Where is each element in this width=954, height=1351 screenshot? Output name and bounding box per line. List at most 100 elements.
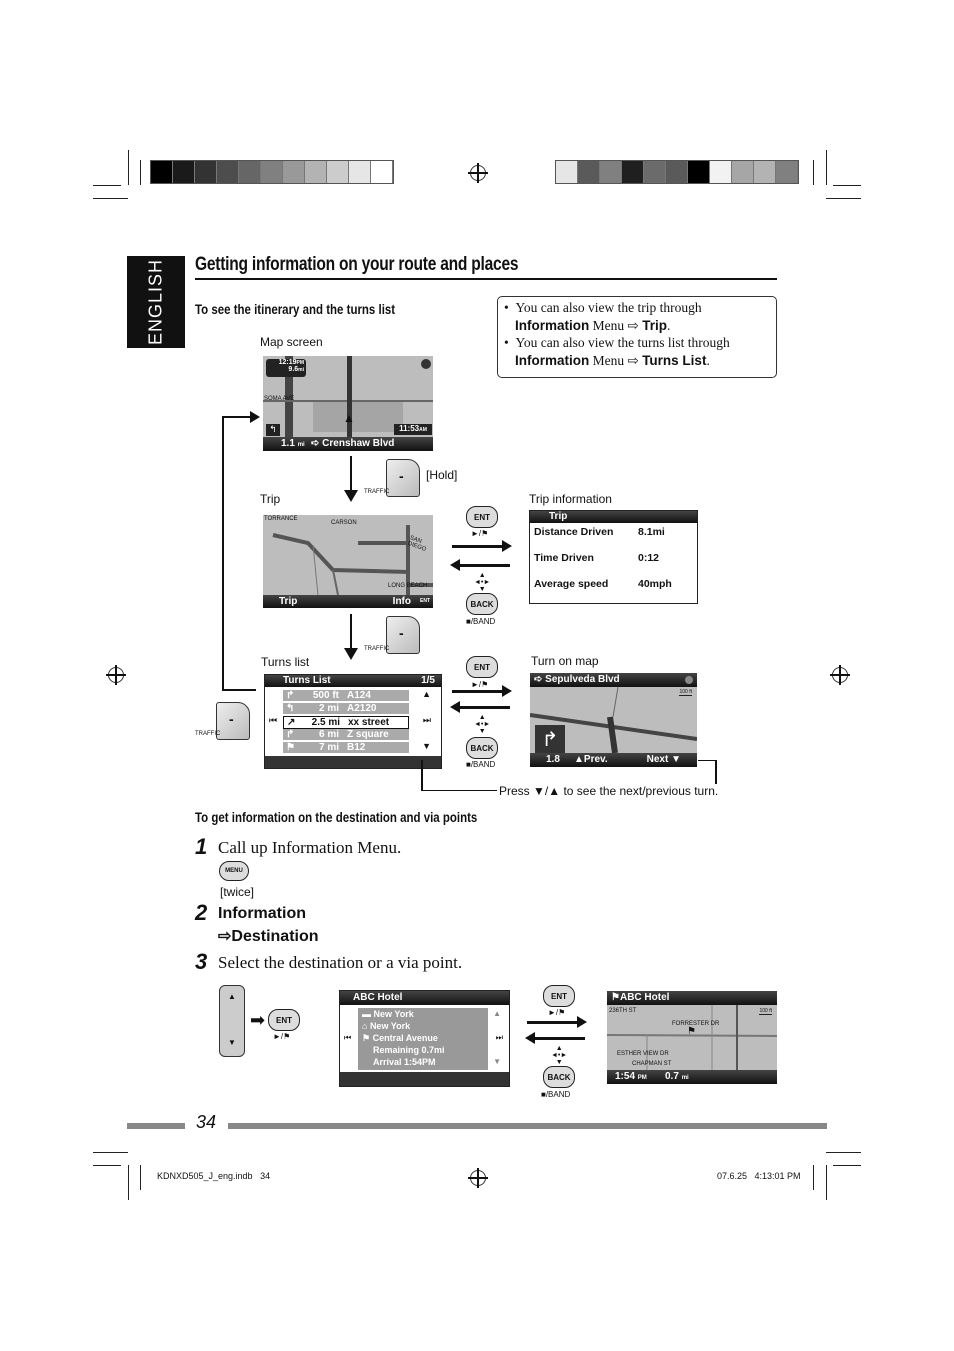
crop-mark <box>128 150 129 185</box>
print-timestamp: 07.6.25 4:13:01 PM <box>717 1171 801 1181</box>
turn-road: xx street <box>348 717 390 728</box>
traffic-key[interactable] <box>386 616 420 654</box>
calibration-swatch <box>239 161 261 183</box>
calibration-swatch <box>600 161 622 183</box>
footer-rule <box>228 1123 827 1129</box>
page-number: 34 <box>196 1112 217 1132</box>
turn-distance: 2 mi <box>318 703 339 714</box>
skip-forward-icon[interactable]: ⏭ <box>423 715 431 726</box>
flow-arrow-right <box>527 1016 587 1028</box>
registration-mark <box>106 665 126 685</box>
turn-street: Sepulveda Blvd <box>545 674 620 685</box>
skip-forward-icon[interactable]: ⏭ <box>496 1033 503 1043</box>
direction-pad-icon: ▲ ◄•► ▼ <box>551 1045 568 1066</box>
section-title: Getting information on your route and pl… <box>195 254 519 275</box>
trip-info-header: Trip <box>530 511 697 523</box>
vehicle-position-icon: ▲ <box>343 411 355 425</box>
street-label: ESTHER VIEW DR <box>617 1051 669 1057</box>
turn-row[interactable]: ↗ 2.5 mi xx street <box>283 716 409 729</box>
scroll-down-icon[interactable]: ▼ <box>422 741 431 751</box>
ent-button[interactable]: ENT <box>268 1009 300 1031</box>
calibration-swatch <box>261 161 283 183</box>
clock-readout: 11:53AM <box>394 424 432 435</box>
turn-distance: 500 ft <box>312 690 339 701</box>
map-route <box>347 356 352 438</box>
calibration-swatch <box>556 161 578 183</box>
crop-mark <box>833 185 861 186</box>
crop-mark <box>128 1165 129 1200</box>
turn-direction-icon: ⚑ <box>286 742 295 753</box>
itinerary-heading: To see the itinerary and the turns list <box>195 301 396 317</box>
flow-arrow-left <box>450 701 510 713</box>
next-street: ➪ Crenshaw Blvd <box>311 438 395 449</box>
flow-arrow-right <box>452 685 512 697</box>
trip-info-row-value: 0:12 <box>638 552 660 564</box>
trip-info-panel: Trip Distance Driven 8.1mi Time Driven 0… <box>529 510 698 604</box>
back-button[interactable]: BACK <box>466 593 498 615</box>
callout-line <box>715 760 717 784</box>
turn-on-map-label: Turn on map <box>531 654 599 668</box>
up-icon: ▲ <box>228 992 236 1001</box>
back-button[interactable]: BACK <box>543 1066 575 1088</box>
map-info-box: 12:19PM 9.6mi <box>266 359 306 377</box>
next-button[interactable]: Next ▼ <box>647 753 681 767</box>
crop-mark <box>140 160 141 185</box>
ent-button[interactable]: ENT <box>466 506 498 528</box>
ent-button[interactable]: ENT <box>543 985 575 1007</box>
direction-pad-icon: ▲ ◄•► ▼ <box>474 572 491 593</box>
destination-map-screen: ⚑ABC Hotel 236TH ST FORRESTER DR ESTHER … <box>607 991 777 1084</box>
calibration-swatch <box>371 161 393 183</box>
calibration-swatch <box>349 161 371 183</box>
ent-caption: ►/⚑ <box>273 1032 291 1041</box>
prev-button[interactable]: ▲Prev. <box>574 753 608 767</box>
language-tab: ENGLISH <box>127 256 185 348</box>
note-item: • You can also view the turns list throu… <box>504 335 730 368</box>
trip-button[interactable]: Trip <box>279 595 297 608</box>
info-button[interactable]: Info <box>393 595 411 608</box>
turns-list-screen: Turns List 1/5 ↱ 500 ft A124 ↰ 2 mi A2120 ↗ 2.5… <box>264 674 442 769</box>
scroll-up-icon[interactable]: ▲ <box>422 689 431 699</box>
calibration-swatch <box>688 161 710 183</box>
menu-button[interactable]: MENU <box>219 861 249 881</box>
press-note: Press ▼/▲ to see the next/previous turn. <box>499 784 719 798</box>
calibration-swatch <box>710 161 732 183</box>
crop-mark <box>833 1165 861 1166</box>
calibration-swatch <box>666 161 688 183</box>
place-label: TORRANCE <box>264 516 298 522</box>
hold-label: [Hold] <box>426 468 458 482</box>
scroll-down-icon[interactable]: ▼ <box>493 1057 501 1066</box>
map-screen: 12:19PM 9.6mi SOMA AVE ▲ ↰ 11:53AM 1.1 mi… <box>263 356 433 451</box>
turn-distance: 1.8 <box>546 754 560 765</box>
turn-row[interactable]: ↱ 6 mi Z square <box>283 729 409 740</box>
ent-caption: ►/⚑ <box>471 680 489 689</box>
traffic-key[interactable] <box>216 702 250 740</box>
destination-flag-icon: ⚑ <box>687 1026 696 1037</box>
turn-row[interactable]: ⚑ 7 mi B12 <box>283 742 409 753</box>
back-button[interactable]: BACK <box>466 737 498 759</box>
language-tab-label: ENGLISH <box>145 258 166 346</box>
skip-back-icon[interactable]: ⏮ <box>269 715 277 726</box>
calibration-swatch <box>644 161 666 183</box>
calibration-swatch <box>754 161 776 183</box>
step-text: Call up Information Menu. <box>218 838 402 857</box>
destination-list-screen: ABC Hotel ▬ New York ⌂ New York ⚑ Centra… <box>339 990 510 1087</box>
scroll-up-icon[interactable]: ▲ <box>493 1009 501 1018</box>
turns-list-title: Turns List <box>283 675 331 686</box>
crop-mark <box>813 1165 814 1190</box>
compass-icon <box>685 676 693 684</box>
trip-info-row-name: Average speed <box>534 578 609 590</box>
step-text: Select the destination or a via point. <box>218 953 463 972</box>
turn-road: A2120 <box>347 703 377 714</box>
callout-line <box>698 760 715 761</box>
skip-back-icon[interactable]: ⏮ <box>344 1033 351 1043</box>
ent-button[interactable]: ENT <box>466 656 498 678</box>
rocker-control[interactable]: ▲ ▼ <box>219 985 245 1057</box>
calibration-bar-left <box>150 160 394 184</box>
calibration-bar-right <box>555 160 799 184</box>
turn-row[interactable]: ↱ 500 ft A124 <box>283 690 409 701</box>
traffic-key-label: TRAFFIC <box>364 489 390 495</box>
turn-direction-icon: ↱ <box>286 729 295 740</box>
turn-row[interactable]: ↰ 2 mi A2120 <box>283 703 409 714</box>
crop-mark <box>93 1152 128 1153</box>
traffic-key[interactable] <box>386 459 420 497</box>
